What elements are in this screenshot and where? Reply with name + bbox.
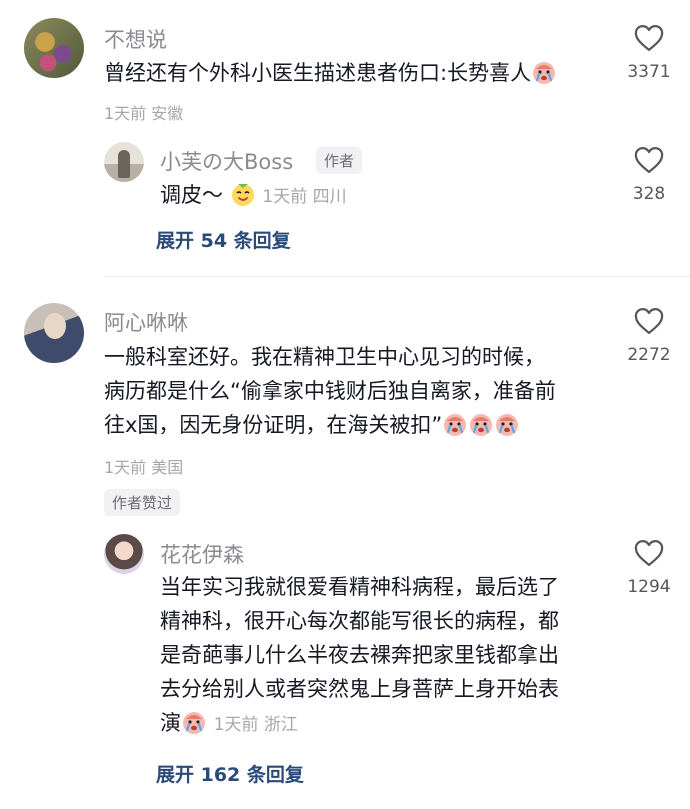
heart-outline-icon[interactable] (634, 24, 664, 52)
crying-face-emoji-icon (442, 411, 468, 437)
comment-username[interactable]: 不想说 (104, 24, 167, 54)
reply-text-line: 是奇葩事儿什么半夜去裸奔把家里钱都拿出 (160, 643, 559, 667)
reply-username[interactable]: 花花伊森 (160, 539, 244, 569)
like-count: 3371 (627, 62, 671, 82)
comment-text-line: 病历都是什么“偷拿家中钱财后独自离家，准备前 (104, 379, 556, 403)
crying-face-emoji-icon (468, 411, 494, 437)
like-count: 2272 (627, 345, 671, 365)
heart-outline-icon[interactable] (634, 307, 664, 335)
divider (104, 276, 690, 277)
comment-text-line: 曾经还有个外科小医生描述患者伤口:长势喜人 (104, 61, 532, 85)
heart-outline-icon[interactable] (634, 539, 664, 567)
like-count: 1294 (627, 577, 671, 597)
reply-text: 演 1天前 浙江 (160, 706, 298, 742)
author-liked-badge: 作者赞过 (104, 489, 181, 516)
avatar[interactable] (104, 534, 144, 574)
comment-text: 曾经还有个外科小医生描述患者伤口:长势喜人 (104, 56, 557, 90)
reply-text-line: 调皮～ (160, 183, 223, 207)
reply-text-line: 精神科，很开心每次都能写很长的病程，都 (160, 609, 559, 633)
reply-text-line: 当年实习我就很爱看精神科病程，最后选了 (160, 575, 559, 599)
author-badge: 作者 (316, 147, 363, 174)
expand-replies-link[interactable]: 展开 54 条回复 (156, 226, 291, 253)
sly-face-emoji-icon (230, 181, 256, 207)
like-count: 328 (632, 184, 666, 204)
avatar[interactable] (24, 18, 84, 78)
comment-meta: 1天前 安徽 (104, 104, 184, 123)
comment-text-line: 往x国，因无身份证明，在海关被扣” (104, 413, 443, 437)
reply-text-line: 去分给别人或者突然鬼上身菩萨上身开始表 (160, 677, 559, 701)
expand-replies-link[interactable]: 展开 162 条回复 (156, 760, 304, 787)
avatar[interactable] (104, 142, 144, 182)
crying-face-emoji-icon (181, 709, 207, 735)
comment-username[interactable]: 阿心咻咻 (104, 307, 188, 337)
avatar[interactable] (24, 303, 84, 363)
comment-text: 往x国，因无身份证明，在海关被扣” (104, 408, 520, 442)
reply-meta: 1天前 浙江 (213, 715, 298, 735)
heart-outline-icon[interactable] (634, 146, 664, 174)
crying-face-emoji-icon (531, 59, 557, 85)
reply-username[interactable]: 小芙の大Boss (160, 146, 293, 176)
crying-face-emoji-icon (494, 411, 520, 437)
reply-text-line: 演 (160, 711, 181, 735)
comment-meta: 1天前 美国 (104, 458, 184, 477)
reply-text: 调皮～ 1天前 四川 (160, 178, 347, 214)
reply-meta: 1天前 四川 (262, 187, 347, 207)
comment-text-line: 一般科室还好。我在精神卫生中心见习的时候， (104, 345, 545, 369)
